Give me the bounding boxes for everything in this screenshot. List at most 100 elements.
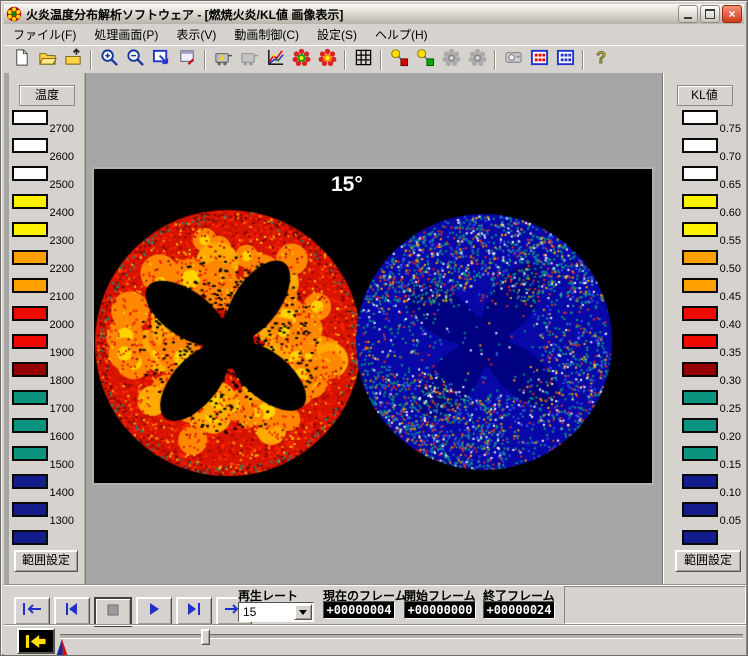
scale-row: 2300: [9, 222, 85, 250]
toolbar-save-folder-button[interactable]: [60, 48, 86, 72]
menu-bar: ファイル(F)処理画面(P)表示(V)動画制御(C)設定(S)ヘルプ(H): [4, 24, 744, 44]
color-swatch: [12, 250, 48, 265]
play-button[interactable]: [136, 597, 172, 625]
toolbar-resize-window-button[interactable]: [174, 48, 200, 72]
go-first-button[interactable]: [14, 597, 50, 625]
angle-label: 15°: [331, 173, 363, 197]
color-swatch: [682, 390, 718, 405]
rate-combobox[interactable]: 15: [238, 602, 314, 622]
scale-row: 0.25: [663, 390, 746, 418]
color-swatch: [682, 446, 718, 461]
scale-row: 0.70: [663, 138, 746, 166]
jump-to-start-button[interactable]: [17, 628, 55, 654]
scale-tick-label: 0.15: [720, 459, 741, 471]
color-swatch: [682, 474, 718, 489]
scale-row: 0.15: [663, 446, 746, 474]
scale-tick-label: 2000: [50, 319, 74, 331]
record-start-icon: [416, 48, 435, 72]
temperature-scale-rows: 2700260025002400230022002100200019001800…: [9, 110, 85, 558]
frame-slider[interactable]: [60, 634, 743, 639]
flame-canvas: [94, 169, 652, 483]
toolbar-open-folder-button[interactable]: [34, 48, 60, 72]
toolbar-flame-palette-red-button[interactable]: [314, 48, 340, 72]
color-swatch: [12, 362, 48, 377]
scale-row: 0.35: [663, 334, 746, 362]
menu-item-process-screen[interactable]: 処理画面(P): [85, 24, 167, 45]
scale-tick-label: 2300: [50, 235, 74, 247]
scale-row: 0.50: [663, 250, 746, 278]
toolbar-grid-red-button[interactable]: [526, 48, 552, 72]
menu-item-animation-control[interactable]: 動画制御(C): [225, 24, 308, 45]
menu-item-help[interactable]: ヘルプ(H): [366, 24, 437, 45]
slider-thumb[interactable]: [201, 629, 210, 645]
menu-item-view[interactable]: 表示(V): [167, 24, 225, 45]
color-swatch: [12, 390, 48, 405]
scale-row: 2700: [9, 110, 85, 138]
scale-tick-label: 0.30: [720, 375, 741, 387]
scale-row: 1800: [9, 362, 85, 390]
scale-tick-label: 2100: [50, 291, 74, 303]
window-title: 火炎温度分布解析ソフトウェア - [燃焼火炎/KL値 画像表示]: [26, 6, 343, 23]
toolbar-zoom-out-button[interactable]: [122, 48, 148, 72]
scale-tick-label: 0.60: [720, 207, 741, 219]
temperature-range-button[interactable]: 範囲設定: [14, 550, 78, 572]
scale-row: 2400: [9, 194, 85, 222]
application-window: 火炎温度分布解析ソフトウェア - [燃焼火炎/KL値 画像表示] × ファイル(…: [0, 0, 748, 656]
toolbar-flame-disabled-2-button[interactable]: [464, 48, 490, 72]
scale-tick-label: 0.10: [720, 487, 741, 499]
scale-row: 0.65: [663, 166, 746, 194]
color-swatch: [682, 250, 718, 265]
menu-item-file[interactable]: ファイル(F): [4, 24, 85, 45]
toolbar-capture-plain-button[interactable]: [236, 48, 262, 72]
color-swatch: [682, 110, 718, 125]
color-swatch: [12, 474, 48, 489]
menu-item-settings[interactable]: 設定(S): [308, 24, 366, 45]
flame-red-icon: [318, 48, 337, 72]
toolbar-new-file-button[interactable]: [8, 48, 34, 72]
maximize-button[interactable]: [700, 5, 720, 23]
scale-row: 0.40: [663, 306, 746, 334]
status-panel: [564, 586, 746, 624]
toolbar-fit-window-button[interactable]: [148, 48, 174, 72]
toolbar-camera-view-button[interactable]: [500, 48, 526, 72]
scale-row: 1400: [9, 474, 85, 502]
color-swatch: [682, 362, 718, 377]
temperature-scale-title: 温度: [19, 85, 75, 106]
scale-tick-label: 0.70: [720, 151, 741, 163]
toolbar-grid-button[interactable]: [350, 48, 376, 72]
toolbar: A?: [4, 45, 744, 74]
grid-icon: [354, 48, 373, 72]
toolbar-flame-disabled-1-button[interactable]: [438, 48, 464, 72]
color-swatch: [682, 138, 718, 153]
stop-button[interactable]: [94, 597, 132, 627]
mouse-cursor: [55, 639, 69, 656]
toolbar-grid-blue-button[interactable]: [552, 48, 578, 72]
toolbar-zoom-in-button[interactable]: [96, 48, 122, 72]
toolbar-record-start-button[interactable]: [412, 48, 438, 72]
toolbar-capture-marked-button[interactable]: A: [210, 48, 236, 72]
scale-row: 1500: [9, 446, 85, 474]
playback-bar: 再生レート 15 現在のフレーム +00000004 開始フレーム +00000…: [4, 584, 746, 655]
zoom-out-icon: [126, 48, 145, 72]
first-icon: [21, 602, 43, 621]
toolbar-help-button[interactable]: ?: [588, 48, 614, 72]
color-swatch: [682, 306, 718, 321]
kl-scale-rows: 0.750.700.650.600.550.500.450.400.350.30…: [663, 110, 746, 558]
fit-window-icon: [152, 48, 171, 72]
temperature-scale-panel: 温度 2700260025002400230022002100200019001…: [9, 73, 86, 584]
minimize-button[interactable]: [678, 5, 698, 23]
prev-frame-button[interactable]: [54, 597, 90, 625]
close-button[interactable]: ×: [722, 5, 742, 23]
scale-tick-label: 2500: [50, 179, 74, 191]
kl-range-button[interactable]: 範囲設定: [675, 550, 741, 572]
toolbar-record-stop-button[interactable]: [386, 48, 412, 72]
scale-tick-label: 0.45: [720, 291, 741, 303]
svg-text:A: A: [219, 53, 225, 62]
toolbar-graph-button[interactable]: [262, 48, 288, 72]
combo-arrow-icon[interactable]: [294, 604, 312, 620]
scale-row: 2100: [9, 278, 85, 306]
camera-view-icon: [504, 48, 523, 72]
next-frame-button[interactable]: [176, 597, 212, 625]
scale-tick-label: 0.20: [720, 431, 741, 443]
toolbar-flame-palette-green-button[interactable]: [288, 48, 314, 72]
